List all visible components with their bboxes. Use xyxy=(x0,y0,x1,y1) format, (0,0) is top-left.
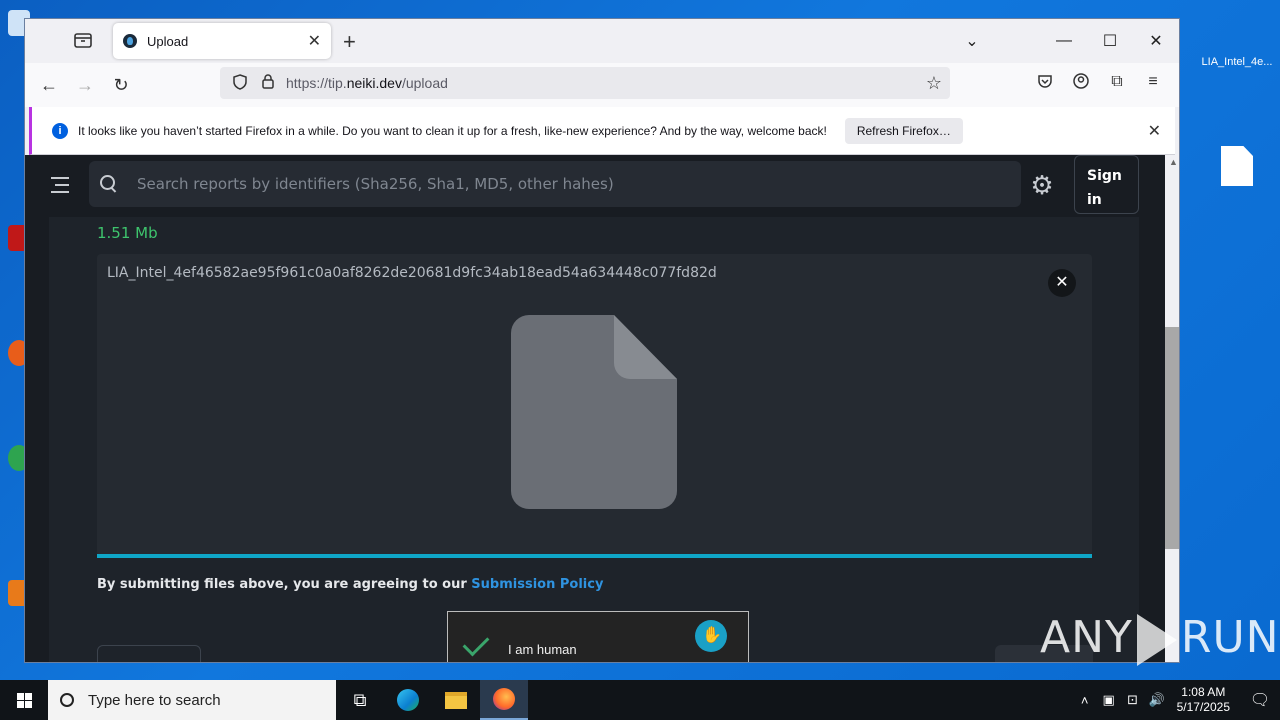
file-name: LIA_Intel_4ef46582ae95f961c0a0af8262de20… xyxy=(107,265,717,281)
report-search-input[interactable] xyxy=(137,175,977,193)
sign-in-button[interactable]: Sign in xyxy=(1074,155,1139,214)
file-corner-fold xyxy=(614,315,677,379)
watermark-left: ANY xyxy=(1040,612,1133,663)
url-text[interactable]: https://tip.neiki.dev/upload xyxy=(286,75,926,91)
search-icon xyxy=(99,174,119,194)
captcha-label: I am human xyxy=(508,642,577,657)
url-path: /upload xyxy=(401,75,448,91)
window-controls: ⌄ — ☐ ✕ xyxy=(949,19,1179,63)
secondary-button[interactable] xyxy=(97,645,201,662)
forward-icon[interactable]: → xyxy=(73,73,97,97)
tab-bar: Upload ✕ + ⌄ — ☐ ✕ xyxy=(25,19,1179,63)
url-prefix: https://tip. xyxy=(286,75,347,91)
page-content: ⚙ Sign in 1.51 Mb LIA_Intel_4ef46582ae95… xyxy=(25,155,1165,662)
upload-progress-bar xyxy=(97,554,1092,558)
bookmark-star-icon[interactable]: ☆ xyxy=(926,73,942,94)
info-icon: i xyxy=(52,122,68,139)
close-window-icon[interactable]: ✕ xyxy=(1133,31,1179,51)
play-logo-icon xyxy=(1136,614,1177,666)
clock-time: 1:08 AM xyxy=(1181,685,1226,699)
policy-notice: By submitting files above, you are agree… xyxy=(97,577,603,592)
edge-icon[interactable] xyxy=(384,680,432,720)
search-icon xyxy=(60,693,74,707)
remove-file-icon[interactable]: ✕ xyxy=(1048,269,1076,297)
desktop-icons-left xyxy=(0,0,30,680)
notifications-icon[interactable]: 🗨 xyxy=(1240,680,1280,720)
system-tray: ˄ ▣ ⊡ 🔊 1:08 AM 5/17/2025 🗨 xyxy=(1073,680,1280,720)
url-domain: neiki.dev xyxy=(346,75,402,91)
tracking-protection-icon[interactable] xyxy=(230,73,250,93)
desktop-file-label: LIA_Intel_4e... xyxy=(1201,56,1273,68)
extensions-icon[interactable]: ⧉ xyxy=(1099,73,1135,94)
toolbar-buttons: ⧉ ≡ xyxy=(1027,73,1171,94)
hamburger-menu-icon[interactable] xyxy=(51,177,69,198)
app-header: ⚙ Sign in xyxy=(25,155,1165,217)
file-size: 1.51 Mb xyxy=(97,224,158,242)
taskbar: Type here to search ⧉ ˄ ▣ ⊡ 🔊 1:08 AM 5/… xyxy=(0,680,1280,720)
navigation-bar: ← → ↻ https://tip.neiki.dev/upload ☆ ⧉ ≡ xyxy=(25,63,1179,107)
notification-message: It looks like you haven’t started Firefo… xyxy=(78,123,827,138)
start-button[interactable] xyxy=(0,680,48,720)
device-icon[interactable]: ▣ xyxy=(1097,692,1121,708)
page-scrollbar[interactable]: ▲ xyxy=(1165,155,1179,662)
scroll-up-icon[interactable]: ▲ xyxy=(1169,157,1178,167)
volume-icon[interactable]: 🔊 xyxy=(1145,692,1169,708)
maximize-icon[interactable]: ☐ xyxy=(1087,31,1133,51)
site-favicon-icon xyxy=(123,34,137,48)
back-icon[interactable]: ← xyxy=(37,73,61,97)
refresh-firefox-button[interactable]: Refresh Firefox… xyxy=(844,117,963,144)
report-search-box[interactable] xyxy=(89,161,1021,207)
file-icon xyxy=(1221,146,1253,186)
firefox-window: Upload ✕ + ⌄ — ☐ ✕ ← → ↻ https://tip.nei… xyxy=(24,18,1180,663)
submission-policy-link[interactable]: Submission Policy xyxy=(471,577,603,592)
human-verification-widget[interactable]: I am human xyxy=(447,611,749,662)
checkmark-icon xyxy=(462,629,490,657)
pocket-icon[interactable] xyxy=(1027,73,1063,94)
watermark-right: RUN xyxy=(1180,612,1280,663)
taskbar-search-placeholder: Type here to search xyxy=(88,691,221,709)
account-icon[interactable] xyxy=(1063,73,1099,94)
close-tab-icon[interactable]: ✕ xyxy=(308,31,321,51)
desktop-file-shortcut[interactable]: LIA_Intel_4e... xyxy=(1200,8,1274,186)
close-notification-icon[interactable]: ✕ xyxy=(1148,121,1161,141)
anyrun-watermark: ANY RUN xyxy=(1040,612,1280,666)
upload-dropzone[interactable]: LIA_Intel_4ef46582ae95f961c0a0af8262de20… xyxy=(97,254,1092,556)
firefox-view-icon[interactable] xyxy=(73,31,95,51)
url-bar[interactable]: https://tip.neiki.dev/upload ☆ xyxy=(220,67,950,99)
clock[interactable]: 1:08 AM 5/17/2025 xyxy=(1177,685,1230,715)
tab-title: Upload xyxy=(147,33,189,49)
settings-gear-icon[interactable]: ⚙ xyxy=(1028,171,1056,199)
list-all-tabs-icon[interactable]: ⌄ xyxy=(949,31,995,51)
firefox-taskbar-icon[interactable] xyxy=(480,680,528,720)
new-tab-icon[interactable]: + xyxy=(343,29,356,55)
upload-card: 1.51 Mb LIA_Intel_4ef46582ae95f961c0a0af… xyxy=(49,217,1139,662)
taskbar-search[interactable]: Type here to search xyxy=(48,680,336,720)
scrollbar-thumb[interactable] xyxy=(1165,327,1179,549)
network-icon[interactable]: ⊡ xyxy=(1121,692,1145,708)
file-document-icon xyxy=(511,315,677,509)
firefox-refresh-notification: i It looks like you haven’t started Fire… xyxy=(29,107,1175,155)
reload-icon[interactable]: ↻ xyxy=(109,73,133,97)
policy-text: By submitting files above, you are agree… xyxy=(97,577,472,592)
lock-icon[interactable] xyxy=(258,74,278,92)
minimize-icon[interactable]: — xyxy=(1041,32,1087,50)
file-explorer-icon[interactable] xyxy=(432,680,480,720)
show-hidden-icons-icon[interactable]: ˄ xyxy=(1073,693,1097,708)
clock-date: 5/17/2025 xyxy=(1176,700,1230,714)
tab-upload[interactable]: Upload ✕ xyxy=(113,23,331,59)
captcha-logo-icon xyxy=(695,620,727,652)
menu-icon[interactable]: ≡ xyxy=(1135,73,1171,94)
task-view-icon[interactable]: ⧉ xyxy=(336,680,384,720)
